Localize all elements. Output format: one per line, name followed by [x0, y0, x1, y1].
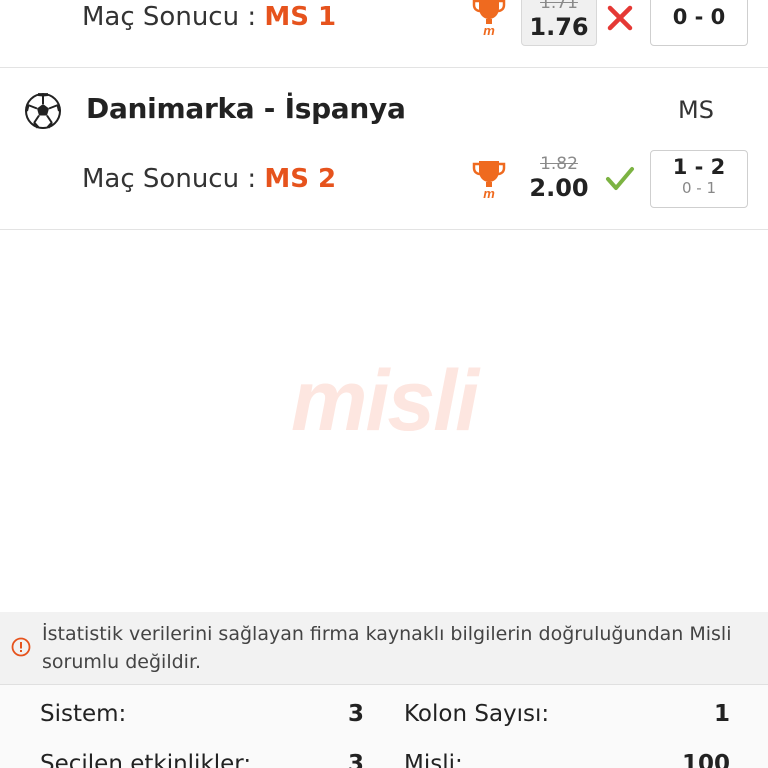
- score-box: 1 - 2 0 - 1: [650, 150, 748, 208]
- columns-label: Kolon Sayısı:: [404, 701, 550, 727]
- svg-text:m: m: [483, 186, 495, 199]
- score-box: 0 - 0: [650, 0, 748, 46]
- misli-value: 100: [681, 751, 730, 768]
- odds-box[interactable]: 1.82 2.00: [521, 152, 597, 210]
- selection-label: MS 1: [264, 2, 337, 32]
- svg-text:m: m: [483, 23, 495, 36]
- match-row[interactable]: Maç Sonucu : MS 1 m 1.71 1.76 0 - 0: [0, 0, 768, 68]
- columns-value: 1: [713, 701, 730, 727]
- soccer-ball-icon: [25, 93, 61, 129]
- market-label: Maç Sonucu :: [82, 164, 265, 194]
- selection-label: MS 2: [264, 164, 337, 194]
- events-label: Seçilen etkinlikler:: [40, 751, 252, 768]
- score-full: 1 - 2: [672, 155, 726, 179]
- trophy-icon: m: [472, 161, 506, 199]
- old-odds: 1.82: [540, 154, 578, 174]
- won-check-icon: [606, 167, 634, 190]
- match-title: Danimarka - İspanya: [86, 92, 406, 125]
- odds-box[interactable]: 1.71 1.76: [521, 0, 597, 46]
- events-value: 3: [347, 751, 364, 768]
- market-type: MS: [678, 96, 714, 124]
- notice-text: İstatistik verilerini sağlayan firma kay…: [42, 623, 732, 673]
- match-row[interactable]: Danimarka - İspanya MS Maç Sonucu : MS 2…: [0, 68, 768, 230]
- disclaimer-notice: İstatistik verilerini sağlayan firma kay…: [0, 612, 768, 684]
- score-full: 0 - 0: [672, 5, 726, 29]
- new-odds: 1.76: [529, 13, 589, 41]
- system-label: Sistem:: [40, 701, 127, 727]
- trophy-icon: m: [472, 0, 506, 36]
- info-icon: [11, 637, 31, 657]
- old-odds: 1.71: [540, 0, 578, 13]
- lost-x-icon: [607, 5, 633, 31]
- system-value: 3: [347, 701, 364, 727]
- pick-line: Maç Sonucu : MS 1: [82, 2, 336, 32]
- misli-label: Misli:: [404, 751, 463, 768]
- score-half: 0 - 1: [681, 179, 717, 197]
- pick-line: Maç Sonucu : MS 2: [82, 164, 336, 194]
- market-label: Maç Sonucu :: [82, 2, 265, 32]
- misli-watermark-logo: misli: [291, 353, 479, 449]
- coupon-summary: Sistem: 3 Kolon Sayısı: 1 Seçilen etkinl…: [0, 684, 768, 768]
- new-odds: 2.00: [529, 174, 589, 202]
